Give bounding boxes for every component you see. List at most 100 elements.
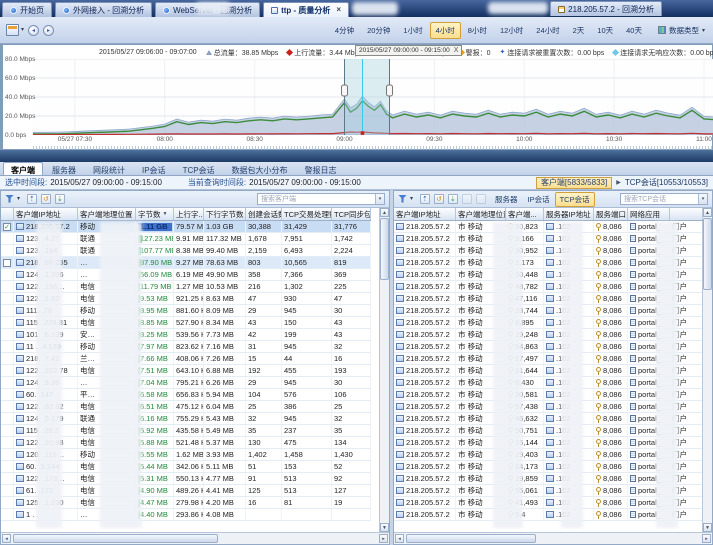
- table-row[interactable]: 218.205.57.2市 移动9,4.1028,086portal_门户: [394, 509, 703, 521]
- table-row[interactable]: 101. .6.139安…8.25 MB539.56 KB7.73 MB4219…: [1, 329, 371, 341]
- row-checkbox[interactable]: [3, 259, 11, 267]
- scroll-down-icon[interactable]: ▼: [703, 523, 712, 532]
- toggle-服务器[interactable]: 服务器: [490, 192, 523, 207]
- time-button-20分钟[interactable]: 20分钟: [361, 22, 396, 39]
- scroll-up-icon[interactable]: ▲: [703, 208, 712, 217]
- table-row[interactable]: 218.205.57.2市 移动41,493.1028,086portal_门户: [394, 497, 703, 509]
- table-row[interactable]: 218.205.57.2市 移动55,061.1028,086portal_门户: [394, 485, 703, 497]
- toggle-IP会话[interactable]: IP会话: [523, 192, 555, 207]
- time-button-1小时[interactable]: 1小时: [397, 22, 428, 39]
- table-row[interactable]: 218.205.57.2市 移动3,166.1028,086portal_门户: [394, 233, 703, 245]
- table-row[interactable]: 218.205.57.2市 移动10,448.1028,086portal_门户: [394, 269, 703, 281]
- column-header-0[interactable]: 客户端IP地址: [394, 208, 456, 220]
- column-header-6[interactable]: 创建会话数: [246, 208, 282, 220]
- table-row[interactable]: 124. .5.179联通6.16 MB755.29 KB5.43 MB3294…: [1, 413, 371, 425]
- export-icon[interactable]: [420, 194, 430, 204]
- table-row[interactable]: 218.205.57.2市 移动6,430.1028,086portal_门户: [394, 377, 703, 389]
- toggle-TCP会话[interactable]: TCP会话: [555, 192, 595, 207]
- table-row[interactable]: 122. .83.82电信6.51 MB475.12 KB6.04 MB2538…: [1, 401, 371, 413]
- scrollbar-thumb[interactable]: [406, 534, 536, 543]
- table-row[interactable]: 122. .2.82电信9.53 MB921.25 KB8.63 MB47930…: [1, 293, 371, 305]
- breadcrumb-client[interactable]: 客户端[5833/5833]: [536, 177, 612, 189]
- table-row[interactable]: 122. .156…电信11.79 MB1.27 MB10.53 MB2161,…: [1, 281, 371, 293]
- table-row[interactable]: 218.205.57.2市 移动47,116.1028,086portal_门户: [394, 293, 703, 305]
- column-header-8[interactable]: TCP同步包: [332, 208, 371, 220]
- table-row[interactable]: 218. .97.235…87.90 MB9.27 MB78.63 MB8031…: [1, 257, 371, 269]
- table-row[interactable]: 218.205.57.2市 移动19,248.1028,086portal_门户: [394, 329, 703, 341]
- table-row[interactable]: 60. .3.244电信5.44 MB342.06 KB5.11 MB51153…: [1, 461, 371, 473]
- table-row[interactable]: 120. .115…移动5.55 MB1.62 MB3.93 MB1,4021,…: [1, 449, 371, 461]
- table-row[interactable]: 123. .194联通107.77 MB8.38 MB99.40 MB2,159…: [1, 245, 371, 257]
- column-header-5[interactable]: 网络应用: [628, 208, 670, 220]
- tcp-search-input[interactable]: [620, 193, 708, 205]
- scroll-left-icon[interactable]: ◂: [2, 534, 11, 543]
- window-tab-0[interactable]: 开始页: [2, 2, 52, 17]
- view-tab-TCP会话[interactable]: TCP会话: [175, 162, 223, 175]
- window-tab-1[interactable]: 外网接入 - 回溯分析: [55, 2, 152, 17]
- window-tab-3[interactable]: ttp - 质量分析×: [263, 2, 349, 17]
- table-row[interactable]: 218.205.57.2市 移动24,173.1028,086portal_门户: [394, 461, 703, 473]
- table-row[interactable]: 218.205.57.2市 移动30,952.1028,086portal_门户: [394, 245, 703, 257]
- time-button-40天[interactable]: 40天: [620, 22, 648, 39]
- scrollbar-thumb[interactable]: [703, 218, 712, 290]
- table-row[interactable]: 218.205.57.2市 移动20,581.1028,086portal_门户: [394, 389, 703, 401]
- time-button-12小时[interactable]: 12小时: [494, 22, 529, 39]
- table-row[interactable]: 11 . .4.139移动7.97 MB823.62 KB7.16 MB3194…: [1, 341, 371, 353]
- time-button-24小时[interactable]: 24小时: [530, 22, 565, 39]
- panel-splitter-bar[interactable]: [0, 150, 713, 162]
- table-row[interactable]: 218.205.57.2市 移动48,782.1028,086portal_门户: [394, 281, 703, 293]
- view-tab-客户端[interactable]: 客户端: [3, 162, 43, 175]
- column-header-1[interactable]: 客户端IP地址: [14, 208, 78, 220]
- column-header-2[interactable]: 客户端地理位置: [78, 208, 136, 220]
- filter-icon[interactable]: [398, 195, 407, 204]
- column-header-2[interactable]: 客户端...: [506, 208, 544, 220]
- time-button-4小时[interactable]: 4小时: [430, 22, 461, 39]
- window-tab-4[interactable]: 218.205.57.2 - 回溯分析: [550, 1, 662, 16]
- column-header-3[interactable]: 字节数▼: [136, 208, 174, 220]
- filter-icon[interactable]: [5, 195, 14, 204]
- export-icon[interactable]: [27, 194, 37, 204]
- table-row[interactable]: 122. .20.98电信5.88 MB521.48 KB5.37 MB1304…: [1, 437, 371, 449]
- view-tab-网段统计[interactable]: 网段统计: [85, 162, 133, 175]
- tab-close-icon[interactable]: ×: [336, 7, 341, 13]
- refresh-icon[interactable]: [434, 194, 444, 204]
- view-tab-警报日志[interactable]: 警报日志: [297, 162, 345, 175]
- table-row[interactable]: 218.205.57.2市 移动15,144.1028,086portal_门户: [394, 437, 703, 449]
- window-tab-2[interactable]: WebServer - 回溯分析: [155, 2, 260, 17]
- tcp-horizontal-scrollbar[interactable]: ◂ ▸: [394, 532, 712, 544]
- table-row[interactable]: ✓218.205.57.2移动1.11 GB79.57 MB1.03 GB30,…: [1, 221, 371, 233]
- table-row[interactable]: 61. .172电信4.90 MB489.26 KB4.41 MB1255131…: [1, 485, 371, 497]
- client-search-input[interactable]: [257, 193, 385, 205]
- table-row[interactable]: 218.205.57.2市 移动19,859.1028,086portal_门户: [394, 473, 703, 485]
- scroll-left-icon[interactable]: ◂: [395, 534, 404, 543]
- forward-button[interactable]: ▸: [43, 25, 54, 36]
- download-icon[interactable]: [55, 194, 65, 204]
- column-header-3[interactable]: 服务器IP地址: [544, 208, 594, 220]
- column-header-4[interactable]: 服务端口: [594, 208, 628, 220]
- client-vertical-scrollbar[interactable]: ▲ ▼: [379, 208, 389, 532]
- traffic-chart-plot[interactable]: [33, 59, 713, 135]
- scroll-down-icon[interactable]: ▼: [380, 523, 389, 532]
- chevron-down-icon[interactable]: ▾: [698, 194, 707, 204]
- scrollbar-thumb[interactable]: [380, 218, 389, 280]
- row-checkbox[interactable]: ✓: [3, 223, 11, 231]
- column-header-1[interactable]: 客户端地理位置: [456, 208, 506, 220]
- client-horizontal-scrollbar[interactable]: ◂ ▸: [1, 532, 389, 544]
- table-row[interactable]: 218.205.57.2市 移动31,644.1028,086portal_门户: [394, 365, 703, 377]
- table-row[interactable]: 218.205.57.2市 移动8,895.1028,086portal_门户: [394, 317, 703, 329]
- time-button-8小时[interactable]: 8小时: [462, 22, 493, 39]
- table-row[interactable]: 124. .9.36…7.04 MB795.21 KB6.26 MB299453…: [1, 377, 371, 389]
- table-row[interactable]: 124. .1.206…56.09 MB6.19 MB49.90 MB3587,…: [1, 269, 371, 281]
- column-header-5[interactable]: 下行字节数: [204, 208, 246, 220]
- view-tab-IP会话[interactable]: IP会话: [134, 162, 174, 175]
- table-row[interactable]: 1 . . …4.40 MB293.86 KB4.08 MB: [1, 509, 371, 521]
- download-icon[interactable]: [448, 194, 458, 204]
- table-row[interactable]: 218.205.57.2市 移动46,632.1028,086portal_门户: [394, 413, 703, 425]
- scroll-up-icon[interactable]: ▲: [380, 208, 389, 217]
- chevron-down-icon[interactable]: ▾: [375, 194, 384, 204]
- back-button[interactable]: ◂: [28, 25, 39, 36]
- table-row[interactable]: 122. .173…电信5.31 MB550.13 KB4.77 MB91513…: [1, 473, 371, 485]
- time-button-10天[interactable]: 10天: [591, 22, 619, 39]
- table-row[interactable]: 218.205.57.2市 移动57,438.1028,086portal_门户: [394, 401, 703, 413]
- table-row[interactable]: 218.205.57.2市 移动29,403.1028,086portal_门户: [394, 449, 703, 461]
